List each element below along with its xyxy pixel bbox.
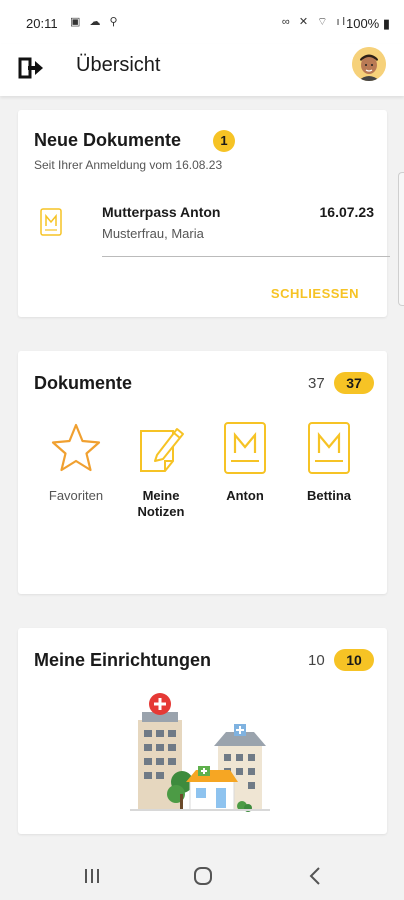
recent-apps-icon[interactable] xyxy=(78,864,106,888)
tile-favoriten[interactable]: Favoriten xyxy=(36,421,116,504)
facilities-card[interactable]: Meine Einrichtungen 10 10 xyxy=(18,628,387,834)
documents-badge: 37 xyxy=(334,372,374,394)
facilities-title: Meine Einrichtungen xyxy=(34,650,212,670)
facilities-count: 10 xyxy=(308,652,325,669)
tile-label: Bettina xyxy=(306,488,352,503)
tile-bettina[interactable]: Bettina xyxy=(289,421,369,504)
mutterpass-icon xyxy=(224,422,266,474)
notification-icons: ▣ ☁ ⚲ xyxy=(70,16,121,28)
document-name: Mutterpass Anton xyxy=(102,204,221,220)
status-bar: 20:11 ▣ ☁ ⚲ ∞ ✕ ⌔ ıl 100% ▮ xyxy=(0,0,404,44)
new-documents-title: Neue Dokumente xyxy=(34,130,182,150)
new-documents-card: Neue Dokumente 1 Seit Ihrer Anmeldung vo… xyxy=(18,110,390,317)
new-documents-badge: 1 xyxy=(213,130,235,152)
tile-label: Favoriten xyxy=(48,488,104,503)
tile-label: Meine Notizen xyxy=(137,488,185,519)
divider xyxy=(102,256,390,257)
connectivity-icons: ∞ ✕ ⌔ ıl xyxy=(281,16,348,28)
facilities-badge: 10 xyxy=(334,649,374,671)
home-icon[interactable] xyxy=(189,864,217,888)
app-bar: Übersicht xyxy=(0,44,404,96)
tile-anton[interactable]: Anton xyxy=(205,421,285,504)
tile-label: Anton xyxy=(226,488,264,503)
mutterpass-icon xyxy=(40,208,62,236)
side-panel-handle[interactable] xyxy=(398,172,404,306)
documents-title: Dokumente xyxy=(34,373,133,393)
close-button[interactable]: SCHLIESSEN xyxy=(271,286,359,301)
mutterpass-icon xyxy=(308,422,350,474)
avatar[interactable] xyxy=(352,47,386,81)
documents-count: 37 xyxy=(308,375,325,392)
new-documents-subtitle: Seit Ihrer Anmeldung vom 16.08.23 xyxy=(34,158,223,172)
back-icon[interactable] xyxy=(302,864,330,888)
logout-icon[interactable] xyxy=(18,54,46,82)
profile-avatar-icon xyxy=(352,47,386,81)
hospital-buildings-illustration xyxy=(130,693,270,812)
star-icon xyxy=(51,423,101,472)
page-title: Übersicht xyxy=(76,54,161,76)
status-time: 20:11 xyxy=(26,16,58,31)
list-item[interactable]: Mutterpass Anton 16.07.23 Musterfrau, Ma… xyxy=(34,202,390,258)
document-date: 16.07.23 xyxy=(319,204,375,220)
document-owner: Musterfrau, Maria xyxy=(102,226,204,241)
battery-indicator: 100% ▮ xyxy=(345,16,390,31)
system-navigation-bar xyxy=(0,852,404,900)
tile-meine-notizen[interactable]: Meine Notizen xyxy=(121,421,201,520)
notes-icon xyxy=(140,428,184,472)
documents-card: Dokumente 37 37 Favoriten Meine Notizen … xyxy=(18,351,387,594)
